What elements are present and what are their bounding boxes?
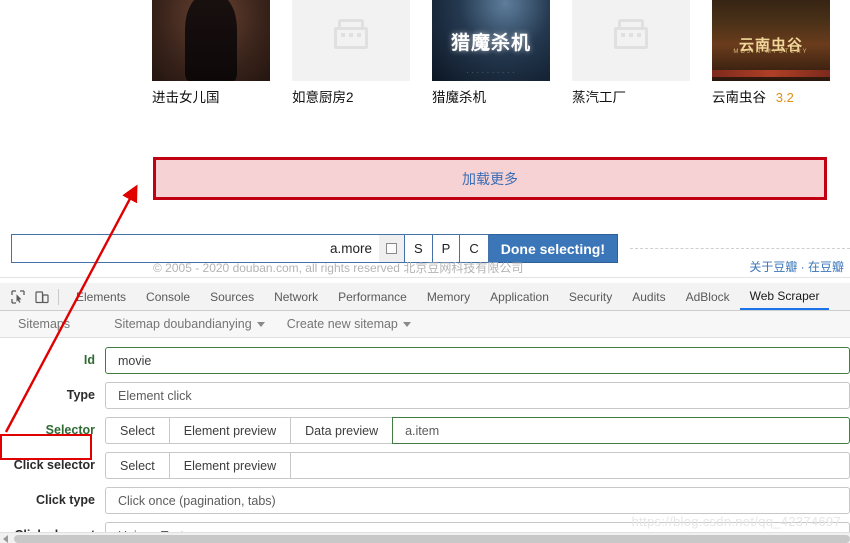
label-click-selector: Click selector [13,458,95,472]
poster-band [712,70,830,77]
selector-input-value: a.more [329,241,372,256]
selector-edit-form: Id movie Type Element click Selector Sel… [0,338,850,543]
click-selector-input[interactable] [290,452,850,479]
menu-create-new-sitemap-label: Create new sitemap [286,317,398,331]
tab-network[interactable]: Network [264,283,328,310]
inspect-element-icon[interactable] [6,286,30,308]
movie-title-row: 云南虫谷 3.2 [712,89,794,107]
menu-sitemaps-label: Sitemaps [18,317,71,331]
form-row-click-selector: Click selector Select Element preview [0,452,850,479]
tab-audits[interactable]: Audits [622,283,675,310]
tab-security[interactable]: Security [559,283,622,310]
device-toolbar-icon[interactable] [30,286,54,308]
movie-item[interactable]: 如意厨房2 [292,0,432,107]
selector-element-preview-button[interactable]: Element preview [168,417,291,444]
toolbar-divider [58,288,59,305]
devtools-tabbar: Elements Console Sources Network Perform… [0,283,850,311]
label-id: Id [83,353,95,367]
tab-sources[interactable]: Sources [200,283,264,310]
tab-adblock[interactable]: AdBlock [676,283,740,310]
web-scraper-menubar: Sitemaps Sitemap doubandianying Create n… [0,311,850,338]
label-type: Type [66,388,95,402]
footer-divider [630,248,850,249]
load-more-label: 加载更多 [462,170,518,187]
click-type-select[interactable]: Click once (pagination, tabs) [105,487,850,514]
movie-title-row: 蒸汽工厂 [572,89,626,107]
tab-console[interactable]: Console [136,283,200,310]
movie-title: 蒸汽工厂 [572,90,626,105]
form-row-selector: Selector Select Element preview Data pre… [0,417,850,444]
movie-list: 进击女儿国 如意厨房2 猎魔杀机 · · · · · · · · · · 猎魔杀… [152,0,850,107]
movie-item[interactable]: 进击女儿国 [152,0,292,107]
movie-item[interactable]: 蒸汽工厂 [572,0,712,107]
movie-poster[interactable]: 猎魔杀机 · · · · · · · · · · [432,0,550,81]
horizontal-scrollbar[interactable] [0,532,850,543]
scroll-left-arrow-icon[interactable] [3,535,8,543]
checkbox-box [386,243,397,254]
click-selector-element-preview-button[interactable]: Element preview [168,452,291,479]
click-selector-select-button[interactable]: Select [105,452,169,479]
selector-select-button[interactable]: Select [105,417,169,444]
image-placeholder-icon [334,18,368,49]
id-input[interactable]: movie [105,347,850,374]
image-placeholder-icon [614,18,648,49]
watermark-text: https://blog.csdn.net/qq_42374697 [631,514,841,529]
selector-input[interactable]: a.item [392,417,850,444]
movie-rating: 3.2 [775,90,794,105]
tab-web-scraper[interactable]: Web Scraper [739,283,830,310]
poster-subtitle: MOJIN MYSTERY [733,48,809,55]
poster-title-text: 猎魔杀机 [450,32,531,54]
movie-title: 如意厨房2 [292,90,354,105]
menu-create-new-sitemap[interactable]: Create new sitemap [287,317,433,331]
form-row-click-type: Click type Click once (pagination, tabs) [0,487,850,514]
selector-data-preview-button[interactable]: Data preview [290,417,393,444]
footer-copyright: © 2005 - 2020 douban.com, all rights res… [153,261,524,275]
movie-title-row: 如意厨房2 [292,89,354,107]
movie-poster-placeholder[interactable] [572,0,690,81]
poster-credits: · · · · · · · · · · [466,70,516,76]
movie-item[interactable]: 云南虫谷 MOJIN MYSTERY 云南虫谷 3.2 [712,0,850,107]
tab-memory[interactable]: Memory [417,283,480,310]
label-selector: Selector [45,423,95,437]
form-row-type: Type Element click [0,382,850,409]
menu-sitemaps[interactable]: Sitemaps [18,317,92,331]
devtools-panel: Elements Console Sources Network Perform… [0,283,850,543]
load-more-button[interactable]: 加载更多 [153,157,827,200]
tab-performance[interactable]: Performance [328,283,417,310]
scrollbar-thumb[interactable] [14,535,850,543]
label-click-type: Click type [35,493,95,507]
movie-title: 猎魔杀机 [432,90,486,105]
tab-elements[interactable]: Elements [66,283,136,310]
douban-page: 进击女儿国 如意厨房2 猎魔杀机 · · · · · · · · · · 猎魔杀… [0,0,850,283]
menu-sitemap-selected-label: Sitemap doubandianying [114,317,252,331]
movie-title: 云南虫谷 [712,90,766,105]
screenshot-root: 进击女儿国 如意厨房2 猎魔杀机 · · · · · · · · · · 猎魔杀… [0,0,850,543]
movie-title-row: 进击女儿国 [152,89,220,107]
movie-title-row: 猎魔杀机 [432,89,486,107]
chevron-down-icon [402,322,411,328]
movie-poster[interactable] [152,0,270,81]
movie-item[interactable]: 猎魔杀机 · · · · · · · · · · 猎魔杀机 [432,0,572,107]
movie-title: 进击女儿国 [152,90,220,105]
movie-poster-placeholder[interactable] [292,0,410,81]
form-row-id: Id movie [0,347,850,374]
menu-sitemap-selected[interactable]: Sitemap doubandianying [114,317,287,331]
movie-poster[interactable]: 云南虫谷 MOJIN MYSTERY [712,0,830,81]
tab-application[interactable]: Application [480,283,559,310]
footer-links[interactable]: 关于豆瓣 · 在豆瓣 [749,258,844,275]
page-bottom-border [0,277,850,278]
chevron-down-icon [256,322,265,328]
type-select[interactable]: Element click [105,382,850,409]
